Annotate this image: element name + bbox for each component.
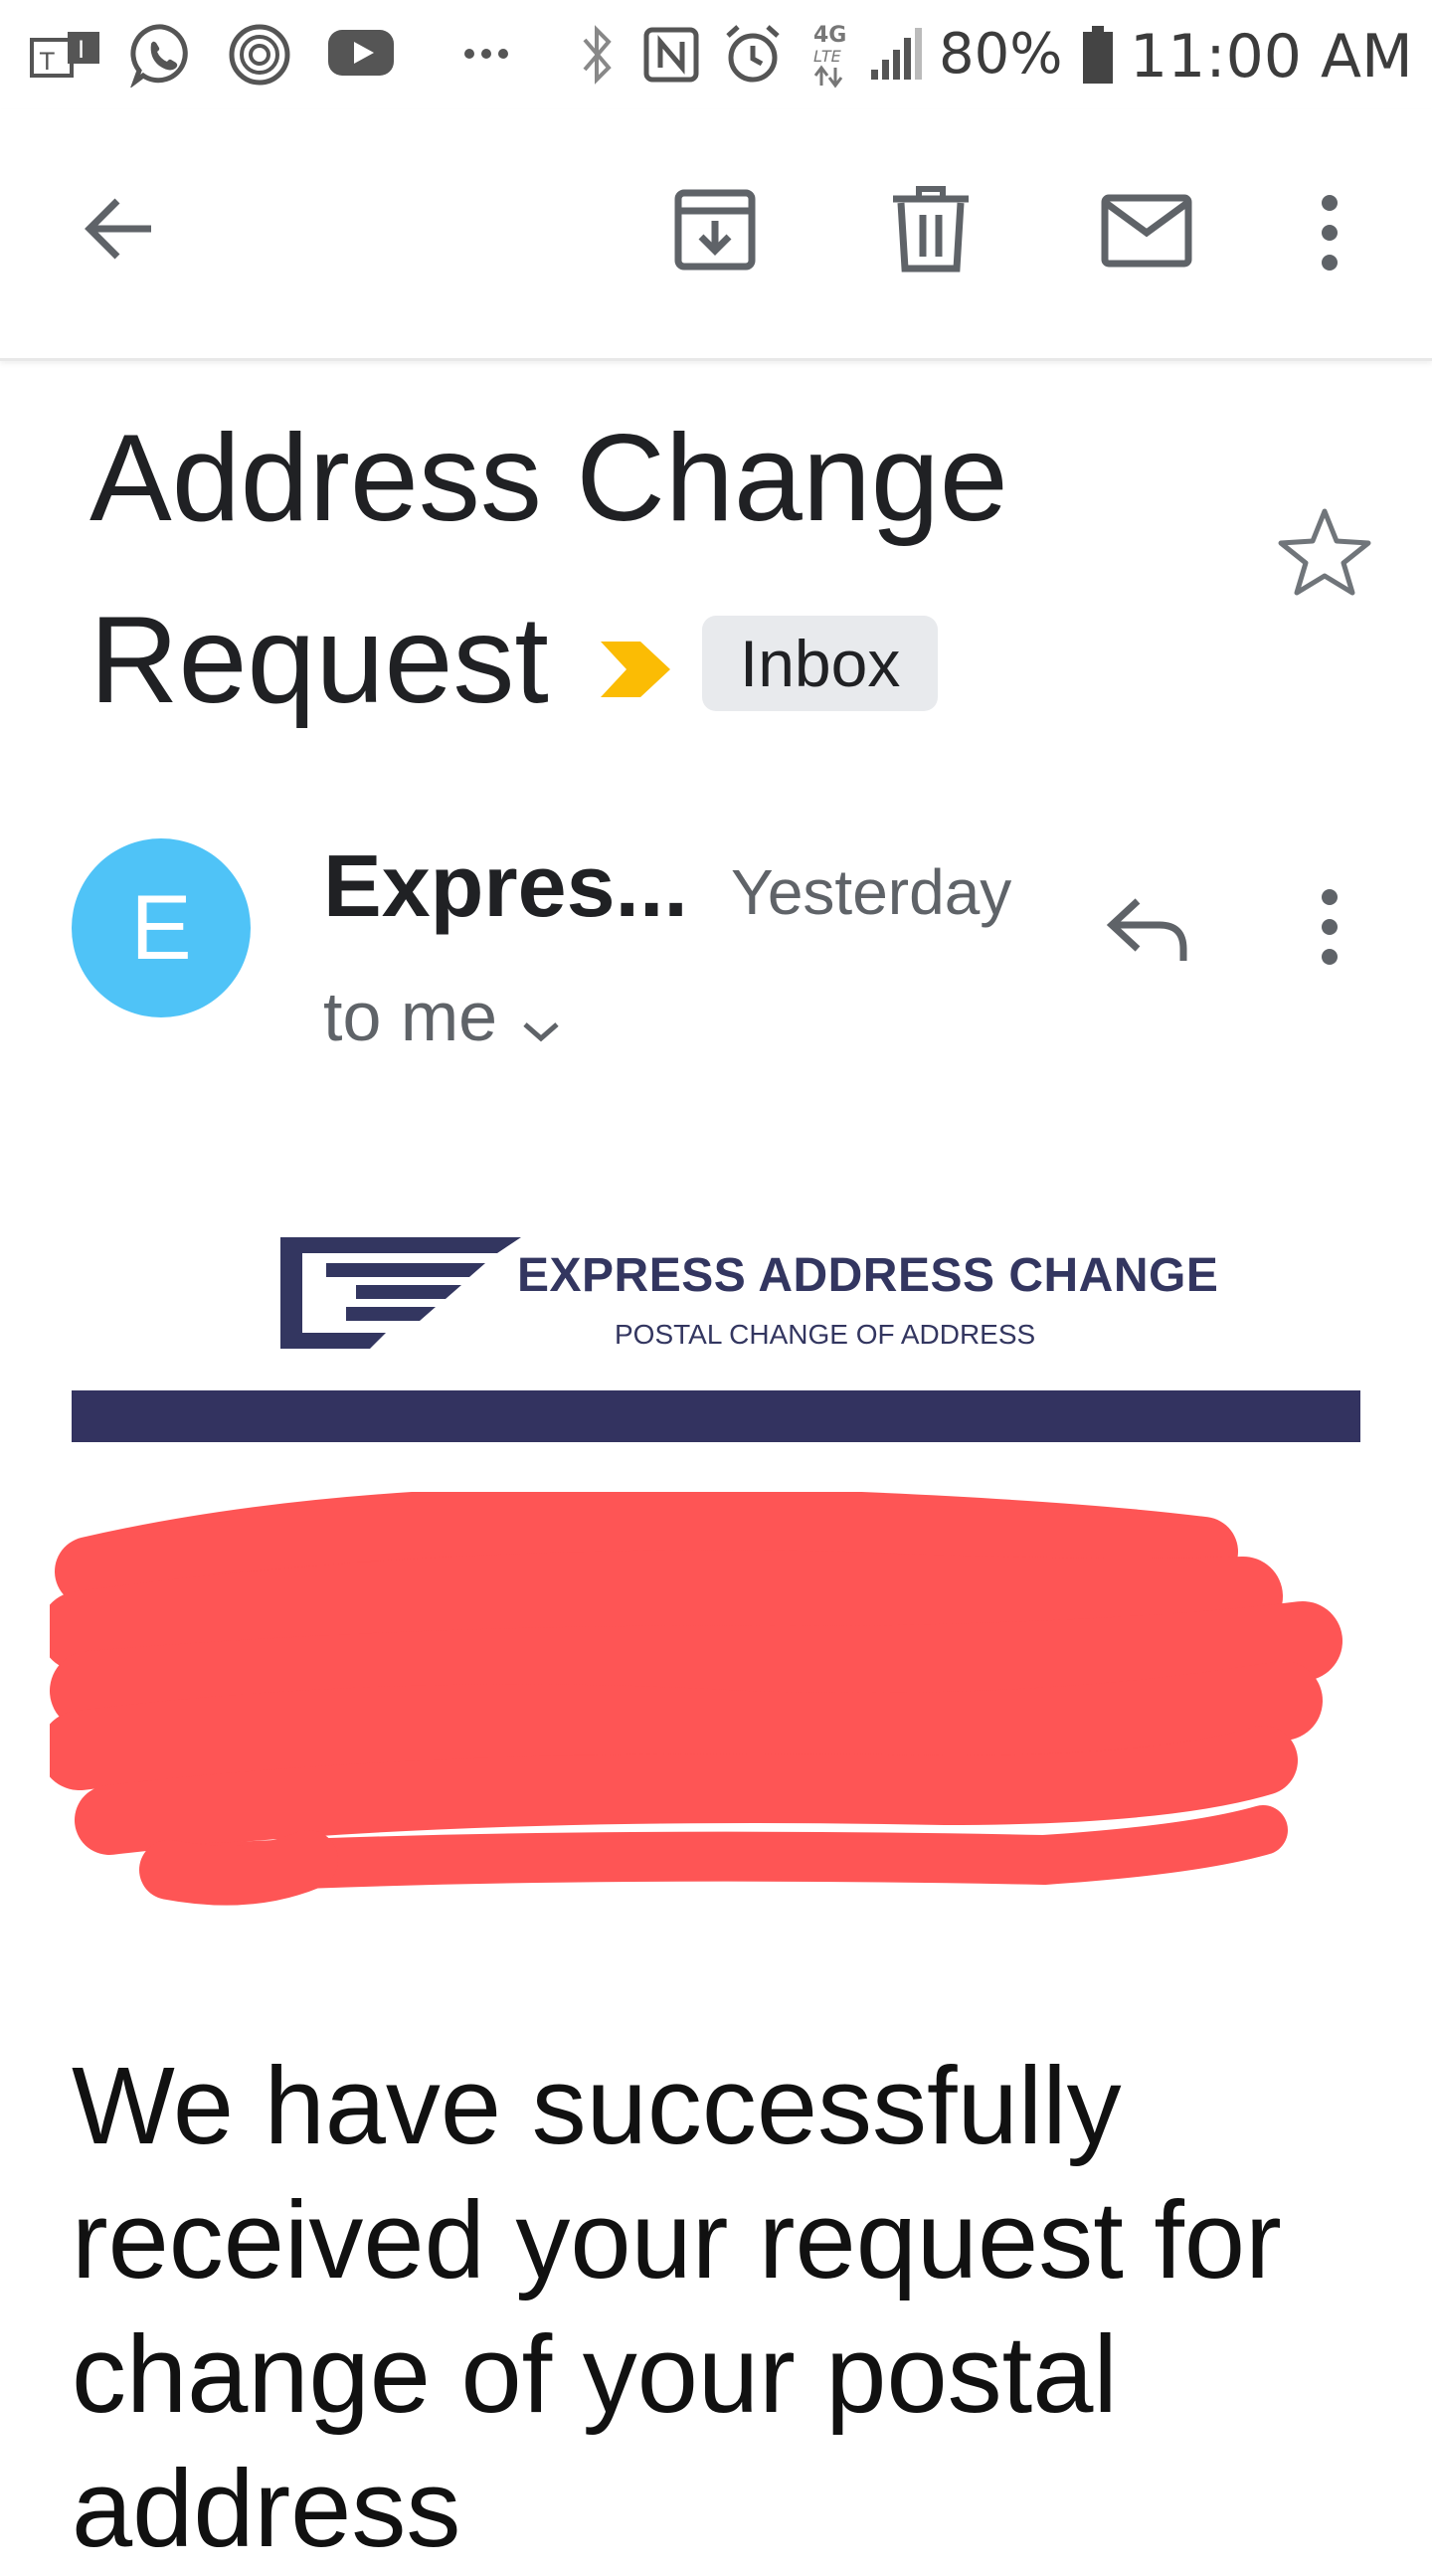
whatsapp-icon [130,24,188,88]
more-vert-icon[interactable] [1315,193,1344,273]
delete-icon[interactable] [891,185,971,275]
archive-icon[interactable] [672,187,758,273]
email-body-text: We have successfully received your reque… [72,2045,1282,2570]
teams-icon: T I [30,32,99,78]
importance-marker-icon[interactable] [597,640,674,699]
nfc-icon [643,27,699,83]
network-type-icon: 4G LTE [813,23,846,89]
alarm-icon [726,25,780,83]
youtube-icon [328,30,394,76]
svg-text:LTE: LTE [813,47,842,66]
redaction-scribble [50,1492,1342,1906]
message-more-icon[interactable] [1315,887,1344,967]
mark-unread-icon[interactable] [1100,193,1193,269]
email-subject-row: Address Change Request Inbox [90,388,1223,752]
logo-title: EXPRESS ADDRESS CHANGE [517,1249,1219,1302]
recipients-text: to me [323,978,498,1055]
email-date: Yesterday [731,856,1012,928]
clock: 11:00 AM [1130,22,1413,92]
battery-icon [1083,26,1113,84]
svg-text:I: I [78,36,85,64]
back-arrow-icon[interactable] [82,189,161,269]
battery-percent: 80% [939,22,1063,87]
sender-name[interactable]: Expres... [323,835,688,937]
recipients-toggle[interactable]: to me [323,977,563,1062]
signal-icon [871,28,922,80]
svg-text:T: T [39,48,55,76]
chevron-down-icon [519,983,563,1062]
logo-subtitle: POSTAL CHANGE OF ADDRESS [615,1319,1036,1350]
star-icon[interactable] [1277,505,1372,597]
bluetooth-icon [583,25,612,85]
threads-icon [229,24,290,86]
inbox-label-chip[interactable]: Inbox [701,616,939,712]
more-dots-icon [464,49,508,59]
company-logo-icon [280,1237,521,1349]
header-divider-bar [72,1390,1360,1442]
svg-text:4G: 4G [813,23,846,48]
app-bar [0,109,1432,361]
reply-icon[interactable] [1104,893,1189,963]
sender-avatar[interactable]: E [72,838,251,1017]
status-bar: T I 4G LTE 80% 11:00 AM [0,0,1432,109]
